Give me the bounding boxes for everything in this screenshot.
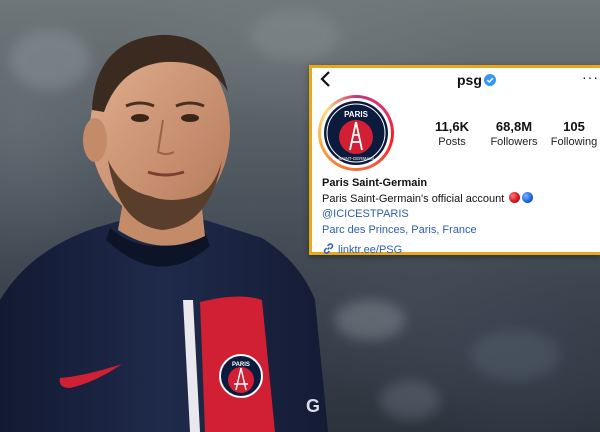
- avatar-logo-subtext: SAINT-GERMAIN: [338, 156, 374, 161]
- red-circle-emoji-icon: [509, 191, 521, 203]
- bio-description-line: Paris Saint-Germain's official account: [322, 191, 534, 208]
- bio-handle-link[interactable]: @ICICESTPARIS: [322, 207, 533, 223]
- profile-bio: Paris Saint-Germain Paris Saint-Germain'…: [322, 176, 534, 259]
- jersey-crest: PARIS: [219, 354, 263, 398]
- more-options-icon[interactable]: ···: [582, 69, 599, 85]
- instagram-profile-card: psg ··· PARIS SAINT-GERMAIN 11,6K Posts …: [309, 65, 600, 256]
- following-label: Following: [550, 136, 598, 148]
- bio-display-name: Paris Saint-Germain: [322, 177, 428, 189]
- bio-description: Paris Saint-Germain's official account: [322, 192, 505, 205]
- psg-logo-icon: PARIS SAINT-GERMAIN: [324, 101, 388, 165]
- link-icon: [323, 243, 334, 254]
- sponsor-letter: G: [306, 396, 320, 416]
- posts-count: 11,6K: [435, 119, 469, 134]
- jersey-crest-text: PARIS: [232, 362, 250, 368]
- posts-label: Posts: [438, 136, 466, 148]
- verified-badge-icon: [484, 74, 496, 86]
- avatar-logo-text: PARIS: [344, 110, 369, 119]
- external-link[interactable]: linktr.ee/PSG: [322, 242, 533, 259]
- following-stat[interactable]: 105 Following: [539, 119, 600, 149]
- profile-header: psg ···: [312, 68, 600, 90]
- following-count: 105: [563, 119, 585, 134]
- back-arrow-icon[interactable]: [318, 70, 334, 88]
- profile-username: psg: [457, 72, 482, 88]
- posts-stat[interactable]: 11,6K Posts: [417, 119, 487, 149]
- external-link-text[interactable]: linktr.ee/PSG: [338, 244, 402, 256]
- blue-circle-emoji-icon: [522, 191, 534, 203]
- bio-location-link[interactable]: Parc des Princes, Paris, France: [322, 223, 533, 239]
- avatar[interactable]: PARIS SAINT-GERMAIN: [318, 95, 394, 171]
